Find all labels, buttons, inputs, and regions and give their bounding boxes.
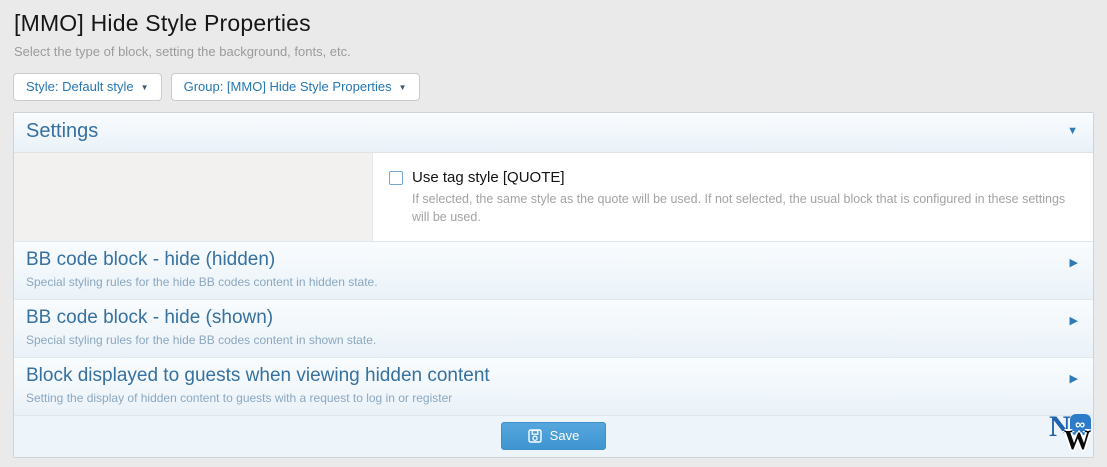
settings-panel: Settings ▼ Use tag style [QUOTE] If sele… [13,112,1094,458]
page-subtitle: Select the type of block, setting the ba… [14,44,1094,59]
watermark-letter-w: W [1064,427,1103,454]
section-title: BB code block - hide (shown) [26,307,376,329]
section-subtitle: Special styling rules for the hide BB co… [26,275,378,289]
save-icon [528,429,542,443]
section-text: BB code block - hide (hidden) Special st… [26,249,378,289]
section-bbcode-hidden[interactable]: BB code block - hide (hidden) Special st… [14,241,1093,299]
use-tag-style-checkbox-line[interactable]: Use tag style [QUOTE] [389,169,1077,186]
use-tag-style-row: Use tag style [QUOTE] If selected, the s… [14,152,1093,241]
section-title: BB code block - hide (hidden) [26,249,378,271]
style-dropdown-label: Style: Default style [26,79,134,94]
style-dropdown-button[interactable]: Style: Default style ▼ [13,73,162,101]
section-subtitle: Setting the display of hidden content to… [26,391,490,405]
now-watermark-logo: N ∞ W [1049,413,1105,454]
save-button[interactable]: Save [501,422,607,450]
use-tag-style-description: If selected, the same style as the quote… [412,190,1077,226]
save-button-label: Save [550,428,580,443]
form-row-label-cell [14,153,373,241]
page-title: [MMO] Hide Style Properties [14,10,1094,37]
group-dropdown-label: Group: [MMO] Hide Style Properties [184,79,392,94]
use-tag-style-label: Use tag style [QUOTE] [412,169,565,186]
settings-section-header[interactable]: Settings ▼ [14,113,1093,152]
expand-arrow-icon: ▶ [1070,258,1078,289]
page-header: [MMO] Hide Style Properties Select the t… [0,0,1107,59]
section-subtitle: Special styling rules for the hide BB co… [26,333,376,347]
group-dropdown-button[interactable]: Group: [MMO] Hide Style Properties ▼ [171,73,420,101]
collapse-arrow-icon: ▼ [1067,126,1078,137]
settings-section-title: Settings [26,120,98,143]
panel-footer: Save [14,415,1093,457]
style-toolbar: Style: Default style ▼ Group: [MMO] Hide… [13,73,1107,101]
section-text: BB code block - hide (shown) Special sty… [26,307,376,347]
section-bbcode-shown[interactable]: BB code block - hide (shown) Special sty… [14,299,1093,357]
caret-down-icon: ▼ [141,82,149,92]
section-guest-block[interactable]: Block displayed to guests when viewing h… [14,357,1093,415]
section-text: Block displayed to guests when viewing h… [26,365,490,405]
expand-arrow-icon: ▶ [1070,316,1078,347]
section-title: Block displayed to guests when viewing h… [26,365,490,387]
caret-down-icon: ▼ [399,82,407,92]
use-tag-style-checkbox[interactable] [389,171,403,185]
expand-arrow-icon: ▶ [1070,374,1078,405]
form-row-input-cell: Use tag style [QUOTE] If selected, the s… [373,153,1093,241]
